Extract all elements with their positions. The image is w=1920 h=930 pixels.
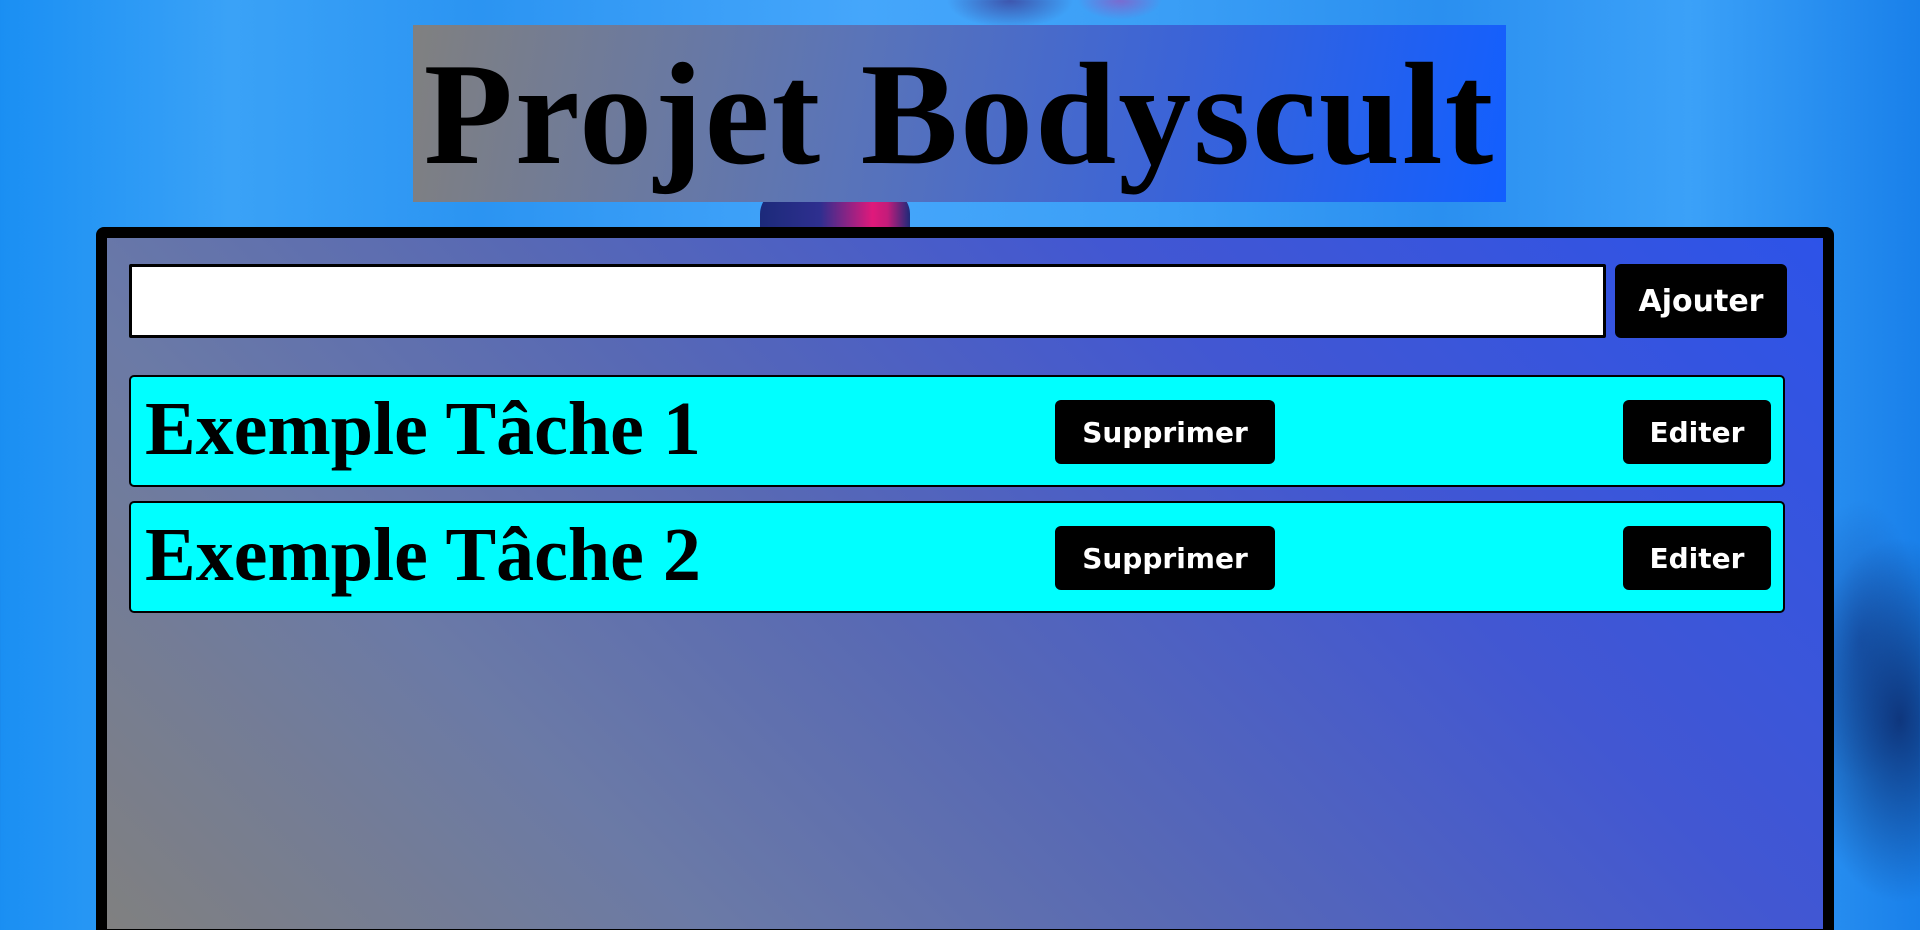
task-label: Exemple Tâche 1 bbox=[145, 386, 701, 471]
delete-task-button[interactable]: Supprimer bbox=[1055, 400, 1275, 464]
task-item: Exemple Tâche 1 Supprimer Editer bbox=[129, 375, 1785, 487]
new-task-input[interactable] bbox=[129, 264, 1606, 338]
task-item: Exemple Tâche 2 Supprimer Editer bbox=[129, 501, 1785, 613]
page-title: Projet Bodyscult bbox=[423, 32, 1496, 195]
task-label: Exemple Tâche 2 bbox=[145, 512, 701, 597]
edit-task-button[interactable]: Editer bbox=[1623, 400, 1771, 464]
delete-task-button[interactable]: Supprimer bbox=[1055, 526, 1275, 590]
todo-panel: Ajouter Exemple Tâche 1 Supprimer Editer… bbox=[96, 227, 1834, 930]
edit-task-button[interactable]: Editer bbox=[1623, 526, 1771, 590]
page-title-banner: Projet Bodyscult bbox=[413, 25, 1506, 202]
add-task-button[interactable]: Ajouter bbox=[1615, 264, 1787, 338]
task-list: Exemple Tâche 1 Supprimer Editer Exemple… bbox=[129, 375, 1785, 627]
